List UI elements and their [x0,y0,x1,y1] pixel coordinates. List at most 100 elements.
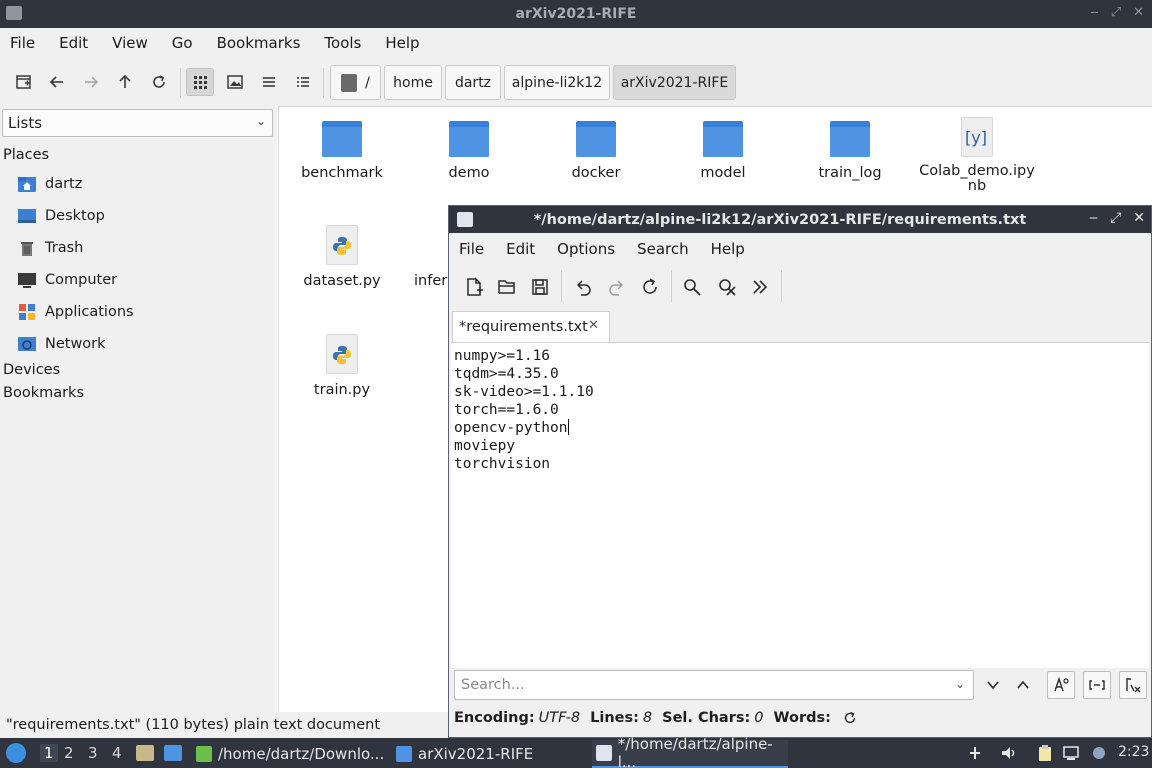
folder-icon [322,121,362,157]
folder-icon [830,121,870,157]
maximize-icon[interactable]: ⤢ [1111,5,1121,20]
menu-file[interactable]: File [10,34,35,52]
find-icon[interactable] [679,274,705,300]
chevron-down-icon[interactable]: ⌄ [955,677,965,691]
more-tools-icon[interactable] [747,274,773,300]
text-line: torch==1.6.0 [454,402,559,418]
folder-item-model[interactable]: model [663,117,783,181]
undo-icon[interactable] [570,274,596,300]
maximize-icon[interactable]: ⤢ [1110,210,1121,226]
sel-chars-label: Sel. Chars: [662,710,751,726]
clock[interactable]: 2:23 [1118,744,1149,760]
breadcrumb-dartz[interactable]: dartz [445,65,501,100]
detailed-list-view-icon[interactable] [289,68,317,96]
folder-item-demo[interactable]: demo [409,117,529,181]
folder-item-benchmark[interactable]: benchmark [282,117,402,181]
folder-item-train-log[interactable]: train_log [790,117,910,181]
editor-menu-options[interactable]: Options [557,240,615,258]
menu-edit[interactable]: Edit [59,34,88,52]
network-status-icon[interactable] [1062,744,1080,762]
keyboard-layout-icon[interactable] [966,744,984,762]
tab-requirements[interactable]: *requirements.txt ✕ [452,311,610,342]
devices-header[interactable]: Devices [3,362,60,378]
file-item-dataset[interactable]: dataset.py [282,225,402,289]
text-line: opencv-python [454,420,568,436]
open-folder-icon[interactable] [494,274,520,300]
new-tab-icon[interactable] [10,68,38,96]
breadcrumb-alpine[interactable]: alpine-li2k12 [504,65,610,100]
clipboard-icon[interactable] [1036,744,1054,762]
desktop-switch-1[interactable]: 1 [40,744,58,762]
task-arxiv-rife[interactable]: arXiv2021-RIFE [396,740,586,768]
task-text-editor[interactable]: */home/dartz/alpine-l... [592,735,788,768]
editor-menu-help[interactable]: Help [711,240,745,258]
task-downloads[interactable]: /home/dartz/Downlo... [196,740,386,768]
breadcrumb-root[interactable]: / [330,65,381,100]
editor-menu-file[interactable]: File [459,240,484,258]
file-manager-titlebar: arXiv2021-RIFE ‒ ⤢ ✕ [0,0,1152,28]
close-icon[interactable]: ✕ [1133,210,1145,226]
breadcrumb-current[interactable]: arXiv2021-RIFE [613,65,736,100]
taskbar: 1 2 3 4 /home/dartz/Downlo... arXiv2021-… [0,735,1152,768]
file-item-colab-demo[interactable]: [y] Colab_demo.ipy nb [917,117,1037,193]
menu-go[interactable]: Go [172,34,193,52]
menu-help[interactable]: Help [385,34,419,52]
text-area[interactable]: numpy>=1.16 tqdm>=4.35.0 sk-video>=1.1.1… [451,342,1149,668]
redo-icon[interactable] [604,274,630,300]
folder-item-docker[interactable]: docker [536,117,656,181]
find-previous-icon[interactable] [1009,671,1037,699]
desktop-switch-3[interactable]: 3 [88,744,98,762]
sidebar-item-dartz[interactable]: dartz [17,173,82,195]
match-case-icon[interactable] [1047,671,1075,699]
sidebar-item-desktop[interactable]: Desktop [17,205,105,227]
notifications-icon[interactable] [1090,744,1108,762]
sel-chars-value: 0 [754,710,764,726]
minimize-icon[interactable]: ‒ [1090,5,1098,20]
close-icon[interactable]: ✕ [1133,5,1144,20]
close-tab-icon[interactable]: ✕ [588,318,599,333]
save-icon[interactable] [527,274,553,300]
file-manager-menubar: File Edit View Go Bookmarks Tools Help [0,28,1152,58]
places-header[interactable]: Places [3,147,49,163]
volume-icon[interactable] [1000,744,1018,762]
replace-icon[interactable] [714,274,740,300]
sidebar-item-computer[interactable]: Computer [17,269,117,291]
bookmarks-header[interactable]: Bookmarks [3,385,84,401]
thumbnail-view-icon[interactable] [221,68,249,96]
compact-view-icon[interactable] [255,68,283,96]
back-arrow-icon[interactable] [43,68,71,96]
icon-view-icon[interactable] [186,68,214,96]
location-toggle-icon[interactable] [341,73,358,92]
menu-view[interactable]: View [112,34,148,52]
show-desktop-icon[interactable] [164,745,182,761]
sidebar-item-trash[interactable]: Trash [17,237,83,259]
start-menu-icon[interactable] [6,743,26,763]
side-pane-mode-select[interactable]: Lists ⌄ [2,109,273,137]
sidebar-item-applications[interactable]: Applications [17,301,134,323]
desktop-switch-4[interactable]: 4 [112,744,122,762]
new-file-icon[interactable] [461,274,487,300]
desktop-switch-2[interactable]: 2 [64,744,74,762]
reload-file-icon[interactable] [637,274,663,300]
menu-tools[interactable]: Tools [324,34,361,52]
reload-icon[interactable] [145,68,173,96]
file-manager-statusbar: "requirements.txt" (110 bytes) plain tex… [0,712,450,738]
regex-icon[interactable] [1119,671,1147,699]
find-next-icon[interactable] [979,671,1007,699]
forward-arrow-icon[interactable] [77,68,105,96]
file-manager-launcher-icon[interactable] [136,745,154,761]
menu-bookmarks[interactable]: Bookmarks [217,34,301,52]
editor-menu-edit[interactable]: Edit [506,240,535,258]
search-input[interactable]: Search... ⌄ [454,670,974,700]
minimize-icon[interactable]: ‒ [1089,210,1098,226]
file-item-train[interactable]: train.py [282,334,402,398]
file-item-inference[interactable]: infer [409,225,449,289]
up-arrow-icon[interactable] [111,68,139,96]
whole-word-icon[interactable] [1083,671,1111,699]
sidebar-item-network[interactable]: Network [17,333,106,355]
refresh-word-count-icon[interactable] [843,711,857,725]
breadcrumb-home[interactable]: home [384,65,442,100]
editor-statusbar: Encoding: UTF-8 Lines: 8 Sel. Chars: 0 W… [449,704,1151,732]
editor-menu-search[interactable]: Search [637,240,689,258]
chevron-down-icon: ⌄ [255,114,266,128]
